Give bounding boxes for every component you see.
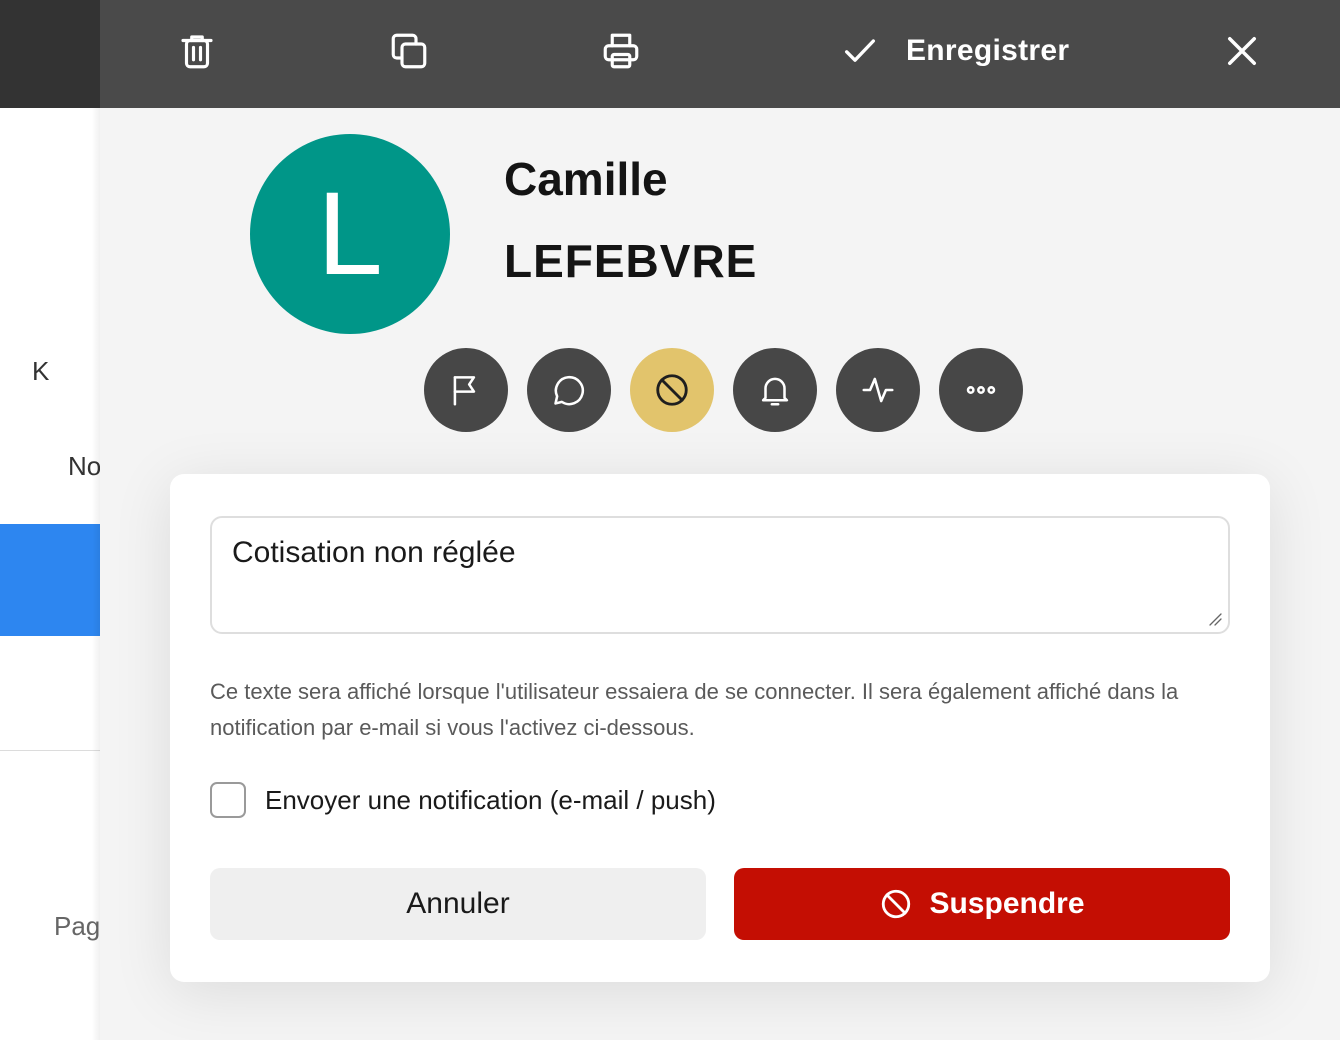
close-icon bbox=[1228, 37, 1256, 65]
check-icon bbox=[845, 39, 875, 62]
avatar[interactable]: L bbox=[250, 134, 450, 334]
background-selected-row[interactable] bbox=[0, 524, 100, 636]
delete-button[interactable] bbox=[174, 26, 220, 76]
suspend-button[interactable]: Suspendre bbox=[734, 868, 1230, 940]
activity-icon bbox=[862, 377, 894, 403]
panel-shadow bbox=[92, 108, 100, 1040]
trash-icon bbox=[181, 35, 213, 69]
block-icon bbox=[656, 374, 688, 406]
action-buttons bbox=[424, 348, 1023, 432]
more-icon bbox=[966, 386, 996, 394]
notify-label[interactable]: Envoyer une notification (e-mail / push) bbox=[265, 785, 716, 816]
close-button[interactable] bbox=[1220, 26, 1264, 76]
flag-icon bbox=[453, 376, 476, 406]
chat-bubble-icon bbox=[554, 375, 585, 406]
member-panel: Enregistrer L Camille LEFEBVRE Cotisatio… bbox=[100, 0, 1340, 1040]
first-name: Camille bbox=[504, 153, 668, 205]
printer-icon bbox=[603, 33, 639, 69]
background-topbar bbox=[0, 0, 100, 108]
panel-toolbar: Enregistrer bbox=[100, 0, 1340, 108]
save-button[interactable]: Enregistrer bbox=[840, 26, 1080, 76]
block-icon bbox=[882, 889, 911, 919]
resize-grip-icon[interactable] bbox=[1208, 612, 1222, 626]
more-button[interactable] bbox=[939, 348, 1023, 432]
background-text-k: K bbox=[32, 356, 50, 386]
save-label: Enregistrer bbox=[906, 34, 1070, 67]
suspend-help-text: Ce texte sera affiché lorsque l'utilisat… bbox=[210, 679, 1179, 740]
suspend-toggle-button[interactable] bbox=[630, 348, 714, 432]
suspend-dialog: Cotisation non réglée Ce texte sera affi… bbox=[170, 474, 1270, 982]
notifications-button[interactable] bbox=[733, 348, 817, 432]
cancel-label: Annuler bbox=[406, 887, 510, 920]
suspend-reason-value: Cotisation non réglée bbox=[232, 536, 516, 569]
print-button[interactable] bbox=[598, 26, 644, 76]
background-divider bbox=[0, 750, 100, 751]
suspend-label: Suspendre bbox=[929, 887, 1085, 920]
flag-button[interactable] bbox=[424, 348, 508, 432]
bell-icon bbox=[761, 377, 789, 406]
notify-option[interactable]: Envoyer une notification (e-mail / push) bbox=[210, 782, 716, 818]
background-page: K No Pag bbox=[0, 0, 101, 1040]
duplicate-button[interactable] bbox=[386, 26, 432, 76]
notify-checkbox[interactable] bbox=[210, 782, 246, 818]
message-button[interactable] bbox=[527, 348, 611, 432]
cancel-button[interactable]: Annuler bbox=[210, 868, 706, 940]
copy-icon bbox=[391, 33, 427, 69]
activity-button[interactable] bbox=[836, 348, 920, 432]
last-name: LEFEBVRE bbox=[504, 235, 758, 287]
suspend-reason-textarea[interactable]: Cotisation non réglée bbox=[210, 516, 1230, 634]
